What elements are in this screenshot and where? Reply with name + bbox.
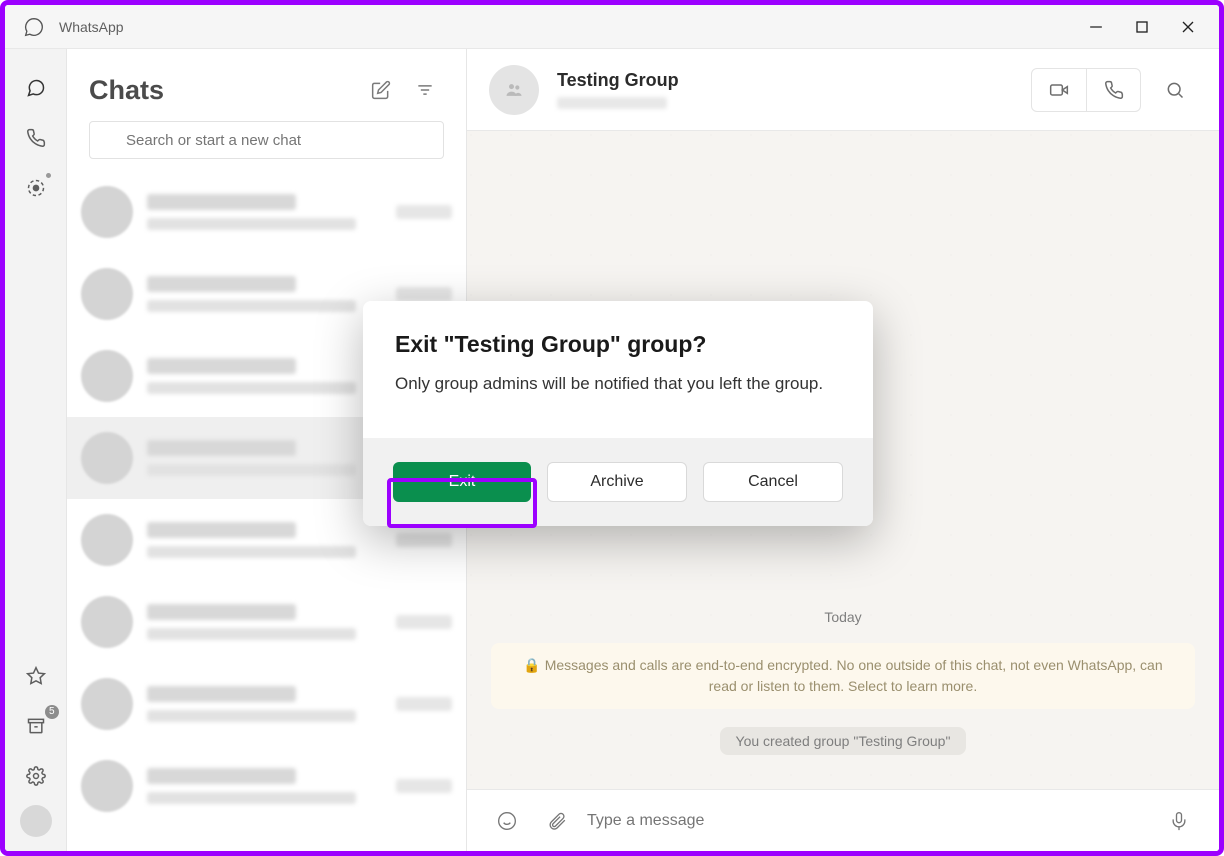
exit-button[interactable]: Exit <box>393 462 531 502</box>
dialog-body-text: Only group admins will be notified that … <box>395 374 841 394</box>
dialog-title: Exit "Testing Group" group? <box>395 331 841 358</box>
cancel-button[interactable]: Cancel <box>703 462 843 502</box>
archive-button[interactable]: Archive <box>547 462 687 502</box>
exit-group-dialog: Exit "Testing Group" group? Only group a… <box>363 301 873 526</box>
